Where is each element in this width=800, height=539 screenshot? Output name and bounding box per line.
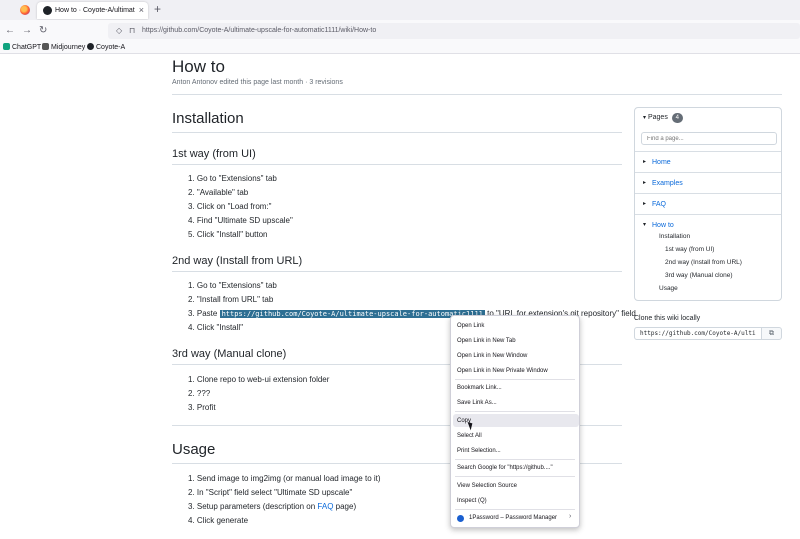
step-suffix: page) xyxy=(333,502,357,511)
copy-icon[interactable]: ⧉ xyxy=(761,327,782,340)
chevron-right-icon: › xyxy=(569,513,572,520)
pages-label: Pages xyxy=(647,114,668,121)
page-title: How to xyxy=(172,57,225,76)
list-item: 5. Click "Install" button xyxy=(188,230,268,239)
chatgpt-icon xyxy=(3,43,10,50)
sidebar-item-examples[interactable]: ▸ Examples xyxy=(635,172,781,193)
menu-print-selection[interactable]: Print Selection... xyxy=(457,447,501,455)
page-meta: Anton Antonov edited this page last mont… xyxy=(172,79,343,86)
list-item: 1. Clone repo to web-ui extension folder xyxy=(188,375,330,384)
bookmark-coyote[interactable]: Coyote-A xyxy=(87,43,125,53)
menu-view-source[interactable]: View Selection Source xyxy=(457,482,517,490)
menu-separator xyxy=(455,379,575,380)
wiki-sidebar: ▾ Pages 4 ▸ Home ▸ Examples ▸ FAQ ▾ How … xyxy=(634,107,782,301)
bookmark-chatgpt[interactable]: ChatGPT xyxy=(3,43,41,53)
1password-icon xyxy=(457,515,464,522)
list-item: 4. Click generate xyxy=(188,516,249,525)
list-item: 2. "Install from URL" tab xyxy=(188,295,274,304)
chevron-down-icon: ▾ xyxy=(643,222,647,228)
list-item: 4. Click "Install" xyxy=(188,323,244,332)
way2-heading: 2nd way (Install from URL) xyxy=(172,255,303,267)
find-page-input[interactable] xyxy=(641,132,777,145)
sidebar-item-home[interactable]: ▸ Home xyxy=(635,151,781,172)
clone-label: Clone this wiki locally xyxy=(634,315,701,322)
tab-bar: How to · Coyote-A/ultimate-up × + xyxy=(0,0,800,20)
sidebar-item-how-to[interactable]: ▾ How to xyxy=(635,214,781,300)
faq-link[interactable]: FAQ xyxy=(317,502,333,511)
menu-select-all[interactable]: Select All xyxy=(457,432,482,440)
close-icon[interactable]: × xyxy=(139,4,144,16)
usage-heading: Usage xyxy=(172,441,216,458)
sidebar-subitem[interactable]: Usage xyxy=(659,285,678,293)
pages-count-badge: 4 xyxy=(671,113,683,123)
reload-icon[interactable]: ↻ xyxy=(39,24,47,38)
active-tab[interactable]: How to · Coyote-A/ultimate-up × xyxy=(37,2,148,19)
selected-repo-link[interactable]: https://github.com/Coyote-A/ultimate-ups… xyxy=(219,310,485,318)
way3-heading: 3rd way (Manual clone) xyxy=(172,348,287,360)
list-item: 3. Profit xyxy=(188,403,216,412)
bookmark-midjourney[interactable]: Midjourney xyxy=(42,43,85,53)
chevron-right-icon: ▸ xyxy=(643,159,647,165)
menu-1password[interactable]: 1Password – Password Manager xyxy=(469,514,557,522)
sidebar-subitem[interactable]: 2nd way (Install from URL) xyxy=(665,259,742,267)
divider xyxy=(172,271,622,272)
menu-save-link[interactable]: Save Link As... xyxy=(457,399,497,407)
divider xyxy=(172,132,622,133)
sidebar-subitem[interactable]: Installation xyxy=(659,233,690,241)
tab-title: How to · Coyote-A/ultimate-up xyxy=(55,7,135,14)
menu-separator xyxy=(455,476,575,477)
menu-open-new-window[interactable]: Open Link in New Window xyxy=(457,352,527,360)
midjourney-icon xyxy=(42,43,49,50)
url-bar[interactable]: ◇ ⊓ https://github.com/Coyote-A/ultimate… xyxy=(108,23,800,39)
github-icon xyxy=(43,6,52,15)
list-item: 2. In "Script" field select "Ultimate SD… xyxy=(188,488,353,497)
menu-open-link[interactable]: Open Link xyxy=(457,322,484,330)
pages-toggle[interactable]: ▾ Pages 4 xyxy=(643,113,683,123)
step-prefix: 3. Paste xyxy=(188,309,218,318)
shield-icon[interactable]: ◇ xyxy=(116,25,122,37)
back-icon[interactable]: ← xyxy=(5,24,15,38)
menu-search-google[interactable]: Search Google for "https://github...." xyxy=(457,464,553,472)
sidebar-subitem[interactable]: 1st way (from UI) xyxy=(665,246,714,254)
installation-heading: Installation xyxy=(172,110,244,127)
list-item: 1. Send image to img2img (or manual load… xyxy=(188,474,381,483)
sidebar-subitem[interactable]: 3rd way (Manual clone) xyxy=(665,272,733,280)
list-item: 2. ??? xyxy=(188,389,211,398)
divider xyxy=(172,94,782,95)
menu-separator xyxy=(455,509,575,510)
clone-url-input[interactable]: https://github.com/Coyote-A/ulti xyxy=(634,327,762,340)
list-item: 1. Go to "Extensions" tab xyxy=(188,281,277,290)
way1-heading: 1st way (from UI) xyxy=(172,148,256,160)
lock-icon[interactable]: ⊓ xyxy=(129,25,135,37)
caret-down-icon: ▾ xyxy=(643,115,647,121)
menu-separator xyxy=(455,411,575,412)
list-item: 3. Click on "Load from:" xyxy=(188,202,272,211)
menu-inspect[interactable]: Inspect (Q) xyxy=(457,497,487,505)
sidebar-item-faq[interactable]: ▸ FAQ xyxy=(635,193,781,214)
list-item: 1. Go to "Extensions" tab xyxy=(188,174,277,183)
firefox-icon[interactable] xyxy=(20,5,30,15)
menu-open-private-window[interactable]: Open Link in New Private Window xyxy=(457,367,548,375)
forward-icon[interactable]: → xyxy=(22,24,32,38)
menu-bookmark-link[interactable]: Bookmark Link... xyxy=(457,384,502,392)
step-prefix: 3. Setup parameters (description on xyxy=(188,502,318,511)
bookmarks-bar: ChatGPT Midjourney Coyote-A xyxy=(0,42,800,54)
menu-separator xyxy=(455,459,575,460)
chevron-right-icon: ▸ xyxy=(643,180,647,186)
list-item: 2. "Available" tab xyxy=(188,188,249,197)
list-item: 3. Setup parameters (description on FAQ … xyxy=(188,502,356,512)
divider xyxy=(172,164,622,165)
chevron-right-icon: ▸ xyxy=(643,201,647,207)
list-item: 4. Find "Ultimate SD upscale" xyxy=(188,216,293,225)
github-icon xyxy=(87,43,94,50)
menu-open-new-tab[interactable]: Open Link in New Tab xyxy=(457,337,516,345)
url-text[interactable]: https://github.com/Coyote-A/ultimate-ups… xyxy=(142,26,376,36)
new-tab-button[interactable]: + xyxy=(154,2,161,17)
